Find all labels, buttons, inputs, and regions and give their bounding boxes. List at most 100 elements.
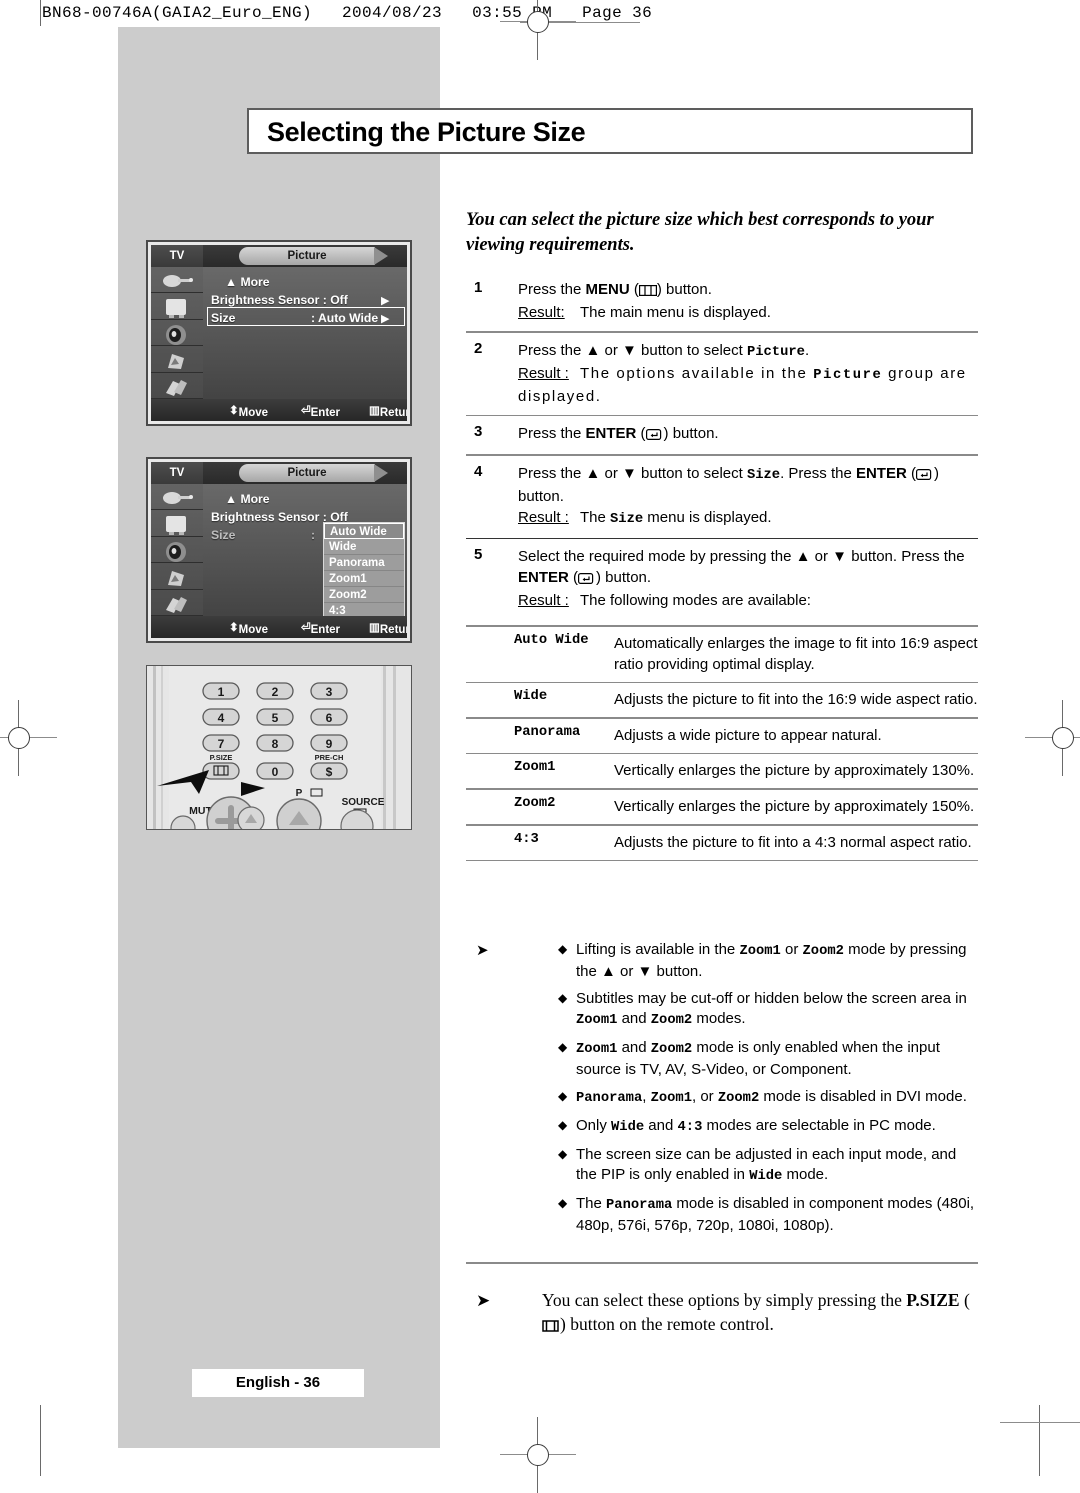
osd-footer-enter-2: ⏎ Enter xyxy=(301,622,341,636)
registration-mark-right xyxy=(1025,700,1080,776)
enter-button-label: ENTER xyxy=(585,425,637,443)
mode-row-panorama: Panorama Adjusts a wide picture to appea… xyxy=(466,719,978,753)
final-note-text: You can select these options by simply p… xyxy=(542,1288,978,1338)
registration-mark-left xyxy=(0,700,57,776)
osd-tv-label: TV xyxy=(151,245,203,267)
step-1-number: 1 xyxy=(474,279,483,296)
osd-setup-icon-2 xyxy=(151,590,203,616)
osd-option-wide[interactable]: Wide xyxy=(324,539,404,555)
osd-more-row-2: ▲ More xyxy=(225,492,270,506)
note-item: ◆ Subtitles may be cut-off or hidden bel… xyxy=(466,989,978,1031)
picture-size-modes-table: Auto Wide Automatically enlarges the ima… xyxy=(466,625,978,862)
osd-option-auto-wide[interactable]: Auto Wide xyxy=(324,523,404,539)
psize-icon xyxy=(542,1314,560,1338)
step-5-result-label: Result : xyxy=(518,592,569,610)
page-title-bar: Selecting the Picture Size xyxy=(247,108,973,154)
step-3: 3 Press the ENTER () button. xyxy=(466,416,978,454)
osd-tv-label-2: TV xyxy=(151,462,203,484)
step-5: 5 Select the required mode by pressing t… xyxy=(466,539,978,619)
note-item: ◆ Only Wide and 4:3 modes are selectable… xyxy=(466,1116,978,1138)
note-text: The Panorama mode is disabled in compone… xyxy=(576,1195,975,1234)
osd-footer-move-2: ⬍ Move xyxy=(229,622,269,636)
menu-icon xyxy=(638,281,657,302)
osd-option-panorama[interactable]: Panorama xyxy=(324,555,404,571)
svg-text:SOURCE: SOURCE xyxy=(342,797,385,808)
note-text: Subtitles may be cut-off or hidden below… xyxy=(576,990,967,1028)
notes-list: ➤ ◆ Lifting is available in the Zoom1 or… xyxy=(466,940,978,1243)
mode-row-4-3: 4:3 Adjusts the picture to fit into a 4:… xyxy=(466,826,978,860)
note-item: ◆ Zoom1 and Zoom2 mode is only enabled w… xyxy=(466,1038,978,1080)
step-3-body: Press the ENTER () button. xyxy=(518,423,978,446)
step-4-number: 4 xyxy=(474,462,483,480)
svg-text:9: 9 xyxy=(326,737,333,751)
mode-name-zoom2: Zoom2 xyxy=(514,795,556,811)
registration-mark-bottom xyxy=(500,1417,576,1493)
osd-icon-column xyxy=(151,267,203,399)
svg-text:P: P xyxy=(296,788,303,799)
osd-input-icon xyxy=(151,267,203,294)
step-1-result-label: Result: xyxy=(518,304,565,321)
note-item: ◆ The screen size can be adjusted in eac… xyxy=(466,1145,978,1187)
osd-tab-picture: Picture xyxy=(239,247,388,265)
step-5-body: Select the required mode by pressing the… xyxy=(518,546,978,590)
step-1-result: Result: The main menu is displayed. xyxy=(518,302,978,323)
svg-text:0: 0 xyxy=(272,765,279,779)
modes-rule-bottom xyxy=(466,859,978,862)
osd-brightness-arrow-icon: ▶ xyxy=(381,295,390,307)
osd-size-value: : Auto Wide xyxy=(311,311,379,325)
svg-text:PRE-CH: PRE-CH xyxy=(315,753,344,762)
osd-option-zoom2[interactable]: Zoom2 xyxy=(324,587,404,603)
step-4: 4 Press the ▲ or ▼ button to select Size… xyxy=(466,456,978,538)
osd-screenshot-picture-menu: TV Picture ▲ More Brightness Sensor : Of… xyxy=(146,240,412,426)
osd-picture-icon-2 xyxy=(151,510,203,537)
note-text: Only Wide and 4:3 modes are selectable i… xyxy=(576,1117,936,1135)
enter-icon-3 xyxy=(578,569,596,590)
osd-tab-picture-2: Picture xyxy=(239,464,388,482)
mode-name-zoom1: Zoom1 xyxy=(514,760,556,776)
osd-screenshot-size-dropdown: TV Picture ▲ More Brightness Sensor : Of… xyxy=(146,457,412,643)
svg-text:8: 8 xyxy=(272,737,279,751)
svg-text:$: $ xyxy=(326,765,333,779)
final-divider xyxy=(466,1262,978,1264)
page-title: Selecting the Picture Size xyxy=(267,117,586,147)
svg-text:3: 3 xyxy=(326,685,333,699)
osd-size-label: Size xyxy=(211,311,236,325)
diamond-bullet-icon: ◆ xyxy=(558,1118,568,1132)
step-5-result: Result : The following modes are availabl… xyxy=(518,590,978,611)
mode-row-zoom2: Zoom2 Vertically enlarges the picture by… xyxy=(466,790,978,824)
mode-desc-panorama: Adjusts a wide picture to appear natural… xyxy=(614,726,882,744)
final-note: ➤ You can select these options by simply… xyxy=(466,1288,978,1338)
step-4-result-label: Result : xyxy=(518,508,569,526)
trim-line-right xyxy=(1039,1405,1040,1476)
instruction-steps: 1 Press the MENU () button. Result: The m… xyxy=(466,272,978,619)
osd-icon-column-2 xyxy=(151,484,203,616)
page-footer: English - 36 xyxy=(192,1369,364,1397)
diamond-bullet-icon: ◆ xyxy=(558,1196,568,1210)
diamond-bullet-icon: ◆ xyxy=(558,991,568,1005)
print-header-text: BN68-00746A(GAIA2_Euro_ENG) 2004/08/23 0… xyxy=(42,4,653,22)
osd-size-options-list[interactable]: Auto Wide Wide Panorama Zoom1 Zoom2 4:3 xyxy=(323,522,405,620)
note-item: ◆ The Panorama mode is disabled in compo… xyxy=(466,1194,978,1236)
step-1-body: Press the MENU () button. xyxy=(518,279,978,302)
mode-row-auto-wide: Auto Wide Automatically enlarges the ima… xyxy=(466,627,978,682)
step-4-result: Result : The Size menu is displayed. xyxy=(518,508,772,527)
diamond-bullet-icon: ◆ xyxy=(558,942,568,956)
mode-name-panorama: Panorama xyxy=(514,724,581,740)
osd-channel-icon-2 xyxy=(151,563,203,590)
note-text: Lifting is available in the Zoom1 or Zoo… xyxy=(576,941,967,980)
mode-name-wide: Wide xyxy=(514,689,548,705)
svg-text:7: 7 xyxy=(218,737,225,751)
trim-line-left xyxy=(40,0,41,26)
osd-size-colon: : xyxy=(311,528,316,542)
mode-name-auto-wide: Auto Wide xyxy=(514,632,589,648)
svg-text:4: 4 xyxy=(218,711,225,725)
step-2-body: Press the ▲ or ▼ button to select Pictur… xyxy=(518,341,810,360)
mode-row-wide: Wide Adjusts the picture to fit into the… xyxy=(466,683,978,717)
mode-name-4-3: 4:3 xyxy=(514,831,539,847)
step-2-number: 2 xyxy=(474,339,483,357)
osd-option-zoom1[interactable]: Zoom1 xyxy=(324,571,404,587)
step-3-number: 3 xyxy=(474,423,483,441)
osd-footer-enter: ⏎ Enter xyxy=(301,405,341,419)
mode-desc-wide: Adjusts the picture to fit into the 16:9… xyxy=(614,691,978,709)
psize-button-label: P.SIZE xyxy=(906,1290,960,1310)
